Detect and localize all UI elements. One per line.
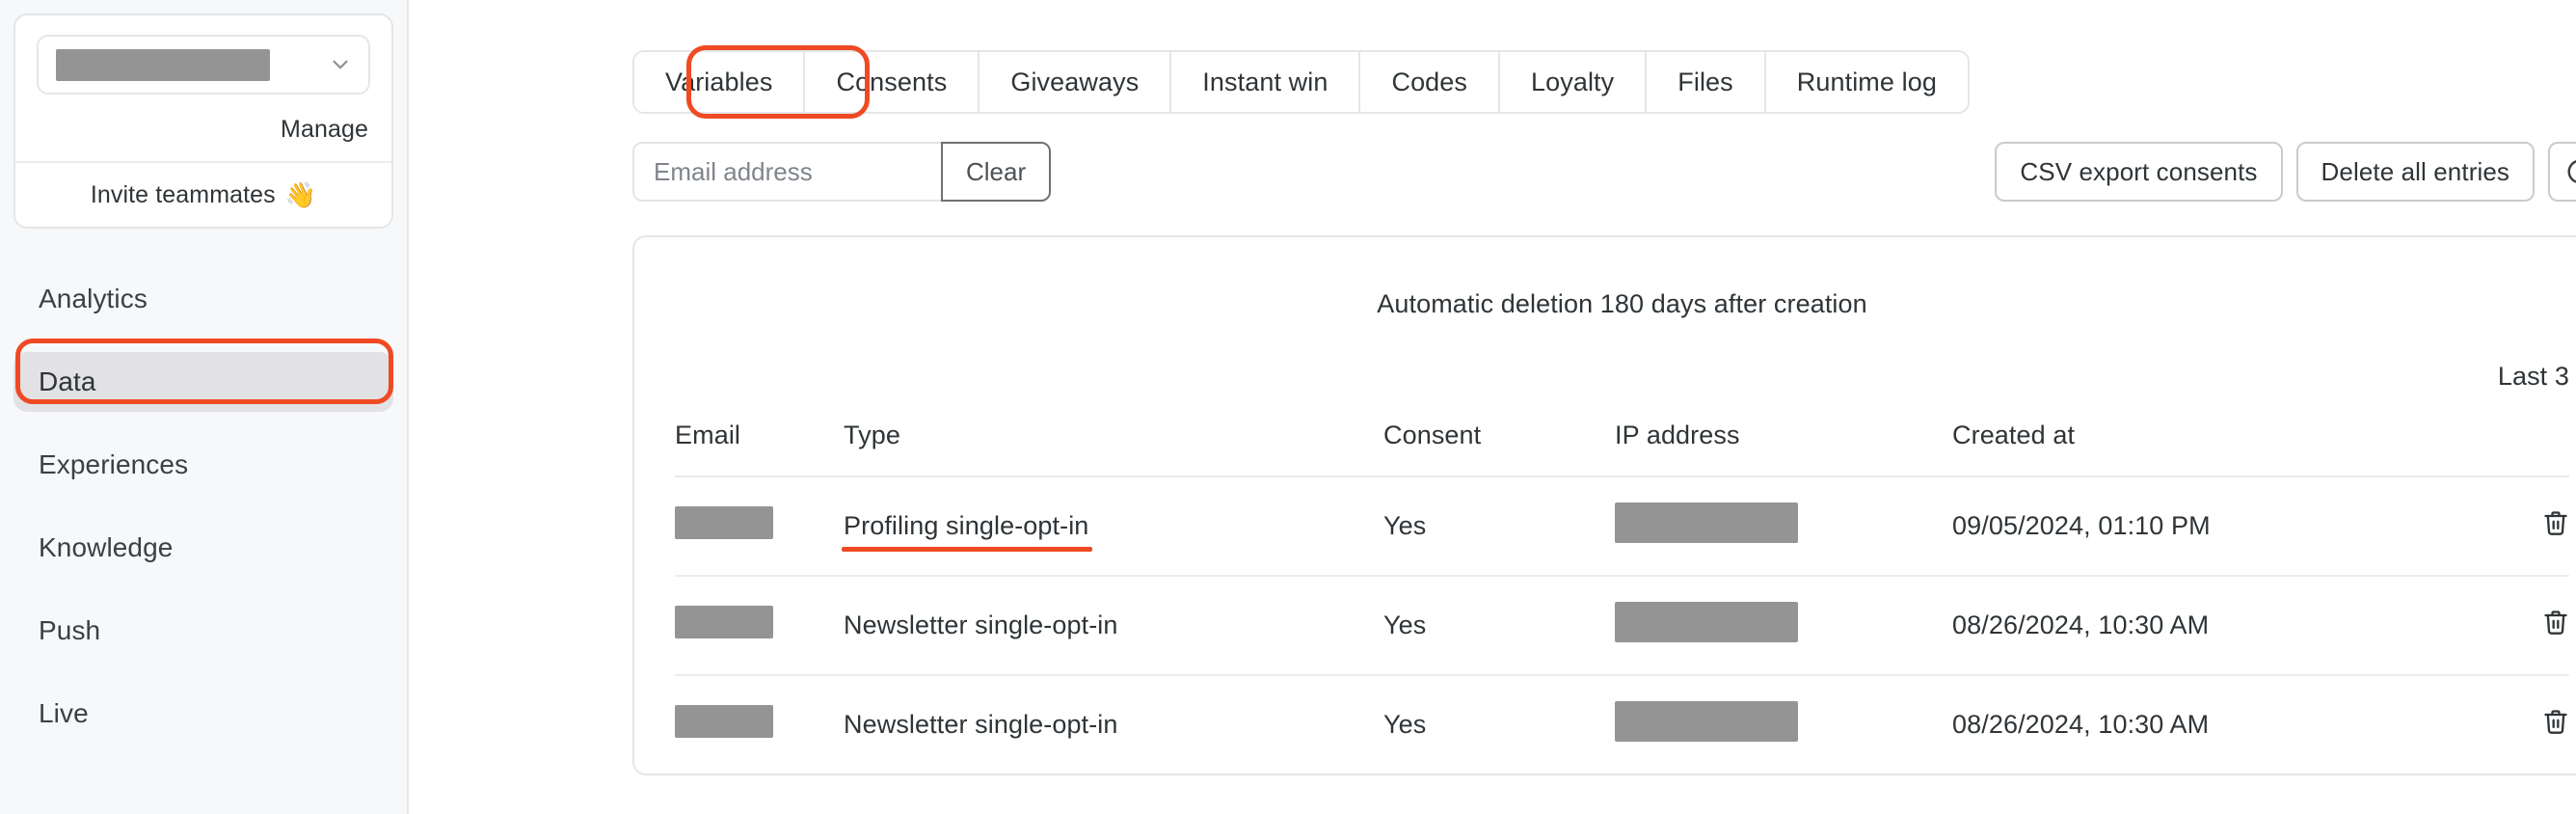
refresh-icon [2565,157,2576,186]
column-header-type: Type [844,407,1383,477]
cell-type: Newsletter single-opt-in [844,576,1383,676]
toolbar-actions: CSV export consents Delete all entries [1995,142,2576,202]
tab-label: Loyalty [1531,67,1615,96]
cell-consent: Yes [1383,710,1427,739]
clear-button[interactable]: Clear [941,142,1052,202]
invite-teammates-label: Invite teammates [90,180,276,208]
cell-email [675,576,844,676]
manage-row: Manage [15,110,391,161]
sidebar-item-label: Push [39,615,101,645]
cell-type: Newsletter single-opt-in [844,675,1383,773]
invite-teammates-button[interactable]: Invite teammates 👋 [15,161,391,227]
sidebar-nav: Analytics Data Experiences Knowledge Pus… [0,269,407,744]
sidebar-item-data[interactable]: Data [13,352,393,412]
cell-email [675,476,844,577]
cell-type: Profiling single-opt-in [841,476,1383,577]
tab-runtime-log[interactable]: Runtime log [1765,52,1968,112]
cell-ip-address [1615,675,1952,773]
tab-loyalty[interactable]: Loyalty [1500,52,1648,112]
toolbar: Clear CSV export consents Delete all ent… [632,141,2576,203]
column-header-created-at: Created at [1952,407,2454,477]
tab-label: Consents [836,67,948,96]
column-header-email: Email [675,407,844,477]
refresh-button[interactable] [2548,142,2576,202]
consent-type-value: Newsletter single-opt-in [844,610,1118,639]
table-row: Newsletter single-opt-in Yes 08/26/2024,… [675,675,2569,773]
column-header-actions [2454,407,2569,477]
column-header-ip-address: IP address [1615,407,1952,477]
email-redacted [675,506,773,539]
trash-icon[interactable] [2542,607,2569,638]
email-filter-group: Clear [632,142,1052,202]
email-redacted [675,606,773,638]
cell-created-at: 08/26/2024, 10:30 AM [1952,576,2454,676]
sidebar-item-knowledge[interactable]: Knowledge [13,518,393,578]
cell-ip-address [1615,576,1952,676]
cell-actions [2454,675,2569,773]
automatic-deletion-note: Automatic deletion 180 days after creati… [1377,289,1867,318]
tab-label: Runtime log [1796,67,1937,96]
tab-giveaways[interactable]: Giveaways [979,52,1172,112]
sidebar-item-label: Data [39,366,96,396]
delete-all-entries-button[interactable]: Delete all entries [2295,142,2535,202]
cell-consent: Yes [1383,576,1615,676]
ip-address-redacted [1615,602,1798,642]
csv-export-consents-button[interactable]: CSV export consents [1995,142,2283,202]
sidebar-item-analytics[interactable]: Analytics [13,269,393,329]
chevron-down-icon [328,52,353,77]
workspace-name-redacted [56,48,270,81]
main-content: Variables Consents Giveaways Instant win… [409,0,2576,814]
manage-link[interactable]: Manage [281,116,368,143]
waving-hand-icon: 👋 [284,180,317,209]
ip-address-redacted [1615,502,1798,543]
consents-card: Automatic deletion 180 days after creati… [632,235,2576,775]
cell-created-at: 08/26/2024, 10:30 AM [1952,710,2210,739]
email-redacted [675,705,773,738]
cell-actions [2454,476,2569,577]
sidebar-item-label: Analytics [39,284,148,313]
cell-created-at: 09/05/2024, 01:10 PM [1952,476,2454,577]
tab-instant-win[interactable]: Instant win [1171,52,1361,112]
tab-files[interactable]: Files [1647,52,1766,112]
tab-codes[interactable]: Codes [1360,52,1501,112]
table-header-row: Email Type Consent IP address Created at [675,407,2569,477]
sidebar-item-label: Experiences [39,449,189,479]
consent-type-value: Newsletter single-opt-in [844,710,1118,739]
sidebar-item-label: Live [39,698,89,728]
trash-icon[interactable] [2542,507,2569,538]
ip-address-redacted [1615,701,1798,742]
tab-variables[interactable]: Variables [634,52,806,112]
trash-icon[interactable] [2542,706,2569,737]
sidebar: Manage Invite teammates 👋 Analytics Data… [0,0,409,814]
sidebar-item-label: Knowledge [39,532,174,562]
table-row: Profiling single-opt-in Yes 09/05/2024, … [675,476,2569,577]
cell-consent: Yes [1383,476,1615,577]
email-filter-input[interactable] [632,142,941,202]
workspace-selector-area [15,15,391,110]
cell-ip-address [1615,476,1952,577]
last-count-label: Last 3 [2497,362,2569,391]
tab-label: Files [1677,67,1733,96]
cell-actions [2454,576,2569,676]
consent-type-value: Profiling single-opt-in [841,511,1093,552]
tab-consents[interactable]: Consents [805,52,980,112]
table-header: Email Type Consent IP address Created at [675,407,2569,477]
consents-table: Email Type Consent IP address Created at [675,407,2569,773]
tab-label: Instant win [1202,67,1328,96]
tab-label: Giveaways [1010,67,1140,96]
workspace-card: Manage Invite teammates 👋 [13,14,393,229]
sidebar-item-push[interactable]: Push [13,601,393,661]
table-row: Newsletter single-opt-in Yes 08/26/2024,… [675,576,2569,676]
tab-label: Variables [665,67,773,96]
tab-label: Codes [1391,67,1468,96]
table-body: Profiling single-opt-in Yes 09/05/2024, … [675,476,2569,773]
cell-email [675,675,844,773]
column-header-consent: Consent [1383,407,1615,477]
sidebar-item-experiences[interactable]: Experiences [13,435,393,495]
main-inner: Variables Consents Giveaways Instant win… [409,0,2576,775]
app-root: Manage Invite teammates 👋 Analytics Data… [0,0,2576,814]
tab-bar: Variables Consents Giveaways Instant win… [632,50,1970,114]
workspace-select[interactable] [37,35,370,95]
sidebar-item-live[interactable]: Live [13,684,393,744]
